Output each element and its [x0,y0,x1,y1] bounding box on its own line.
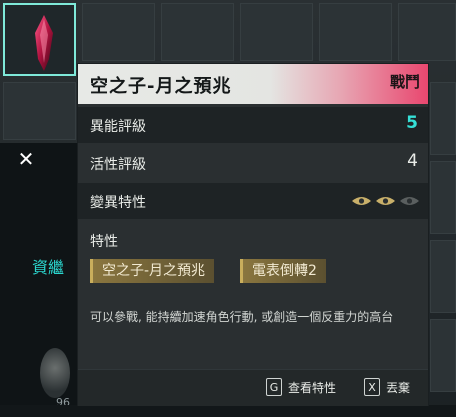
mutation-eye-rating [351,195,420,207]
inventory-slot[interactable] [430,82,456,155]
close-icon[interactable]: ✕ [14,147,38,171]
inventory-slot[interactable] [319,3,392,61]
stat-row-mutation: 變異特性 [78,183,428,219]
key-hint-x[interactable]: X [364,378,380,396]
bottom-bar [0,405,456,417]
item-title: 空之子-月之預兆 [90,76,232,97]
inventory-slot[interactable] [3,82,76,140]
eye-icon-filled [352,197,371,205]
side-panel-text: 資繼 [32,260,65,277]
eye-icon-empty [400,197,419,205]
inventory-slot[interactable] [240,3,313,61]
trait-chip[interactable]: 電表倒轉2 [240,259,326,283]
stat-row-ability-rating: 異能評級 5 [78,107,428,143]
key-hint-g[interactable]: G [266,378,282,396]
stat-value: 5 [406,113,418,133]
inventory-slot[interactable] [430,240,456,313]
inventory-slot-selected[interactable] [3,3,76,76]
tooltip-actions: G 查看特性 X 丟棄 [78,369,428,406]
discard-action[interactable]: 丟棄 [386,379,410,396]
stat-label: 變異特性 [90,195,146,211]
traits-heading: 特性 [90,234,118,250]
stat-label: 異能評級 [90,119,146,135]
inventory-slot[interactable] [398,3,456,61]
stat-value: 4 [407,151,418,171]
side-panel-thumbnail [40,348,70,398]
item-description: 可以參戰, 能持續加速角色行動, 或創造一個反重力的高台 [90,310,394,324]
inventory-slot[interactable] [82,3,155,61]
tooltip-header: 空之子-月之預兆 戰鬥 [78,64,428,104]
view-traits-action[interactable]: 查看特性 [288,379,336,396]
eye-icon-filled [376,197,395,205]
stat-label: 活性評級 [90,157,146,173]
inventory-slot[interactable] [161,3,234,61]
trait-chip[interactable]: 空之子-月之預兆 [90,259,215,283]
item-tooltip: 空之子-月之預兆 戰鬥 異能評級 5 活性評級 4 變異特性 特性 空之子-月之… [78,64,428,406]
crystal-item-icon [35,15,53,71]
stat-row-activity-rating: 活性評級 4 [78,145,428,181]
item-category-badge: 戰鬥 [389,73,420,91]
inventory-slot[interactable] [430,161,456,234]
inventory-slot[interactable] [430,319,456,392]
